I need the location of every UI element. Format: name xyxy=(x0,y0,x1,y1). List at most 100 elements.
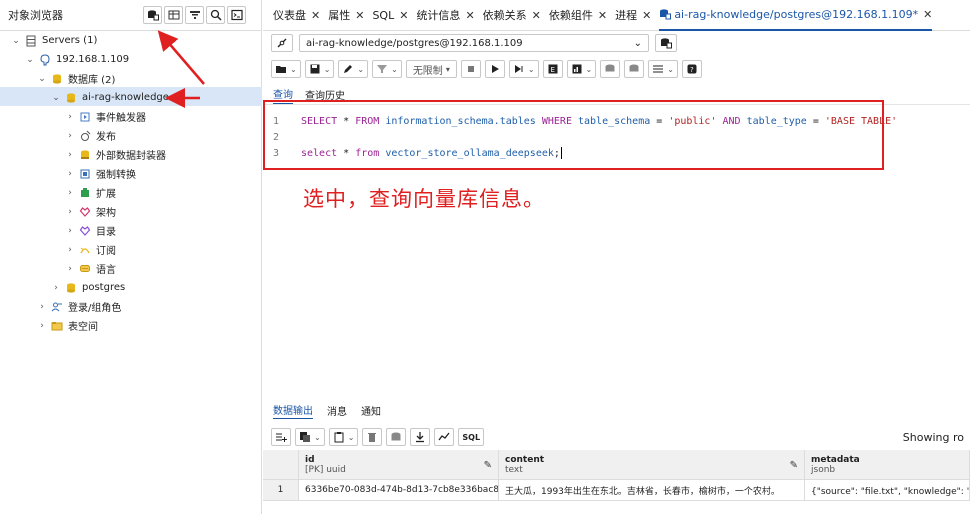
chevron-down-icon[interactable]: ⌄ xyxy=(10,36,22,46)
tree-node-server-host[interactable]: ⌄ 192.168.1.109 xyxy=(24,50,129,69)
pgadmin-window: 对象浏览器 ⌄ Servers (1) ⌄ 192.168.1.109 ⌄ 数据… xyxy=(0,0,970,514)
column-header-content[interactable]: content text ✎ xyxy=(499,450,805,480)
trash-icon xyxy=(368,433,377,442)
chevron-right-icon[interactable]: › xyxy=(64,207,76,217)
explain-button[interactable]: E xyxy=(542,60,563,78)
tab-processes[interactable]: 进程 ✕ xyxy=(615,7,651,23)
chevron-right-icon[interactable]: › xyxy=(64,264,76,274)
limit-select[interactable]: 无限制 ▾ xyxy=(405,60,457,78)
paste-button[interactable]: ⌄ xyxy=(328,428,359,446)
chevron-right-icon[interactable]: › xyxy=(64,131,76,141)
tree-node-servers[interactable]: ⌄ Servers (1) xyxy=(10,31,97,50)
tab-properties[interactable]: 属性 ✕ xyxy=(328,7,364,23)
explain-analyze-button[interactable]: ⌄ xyxy=(566,60,597,78)
tree-node-event-triggers[interactable]: › 事件触发器 xyxy=(64,107,146,126)
tree-node-catalogs[interactable]: › 目录 xyxy=(64,221,116,240)
chevron-down-icon: ⌄ xyxy=(391,64,398,74)
chevron-right-icon[interactable]: › xyxy=(50,283,62,293)
close-icon[interactable]: ✕ xyxy=(399,9,408,22)
tab-statistics[interactable]: 统计信息 ✕ xyxy=(416,7,474,23)
column-header-id[interactable]: id [PK] uuid ✎ xyxy=(299,450,499,480)
table-row[interactable]: 1 6336be70-083d-474b-8d13-7cb8e336bac8 王… xyxy=(263,480,970,501)
chevron-down-icon[interactable]: ⌄ xyxy=(36,74,48,84)
tree-node-extensions[interactable]: › 扩展 xyxy=(64,183,116,202)
row-number[interactable]: 1 xyxy=(263,480,299,501)
tree-node-languages[interactable]: › 语言 xyxy=(64,259,116,278)
save-button[interactable]: ⌄ xyxy=(304,60,335,78)
chevron-right-icon[interactable]: › xyxy=(36,302,48,312)
new-connection-button[interactable] xyxy=(655,34,677,52)
close-icon[interactable]: ✕ xyxy=(598,9,607,22)
tree-node-casts[interactable]: › 强制转换 xyxy=(64,164,136,183)
chevron-down-icon[interactable]: ⌄ xyxy=(50,93,62,103)
cell-content[interactable]: 王大瓜，1993年出生在东北。吉林省，长春市，榆树市，一个农村。 xyxy=(499,480,805,501)
tree-node-databases[interactable]: ⌄ 数据库 (2) xyxy=(36,69,115,88)
database-icon xyxy=(64,91,78,105)
connection-select[interactable]: ai-rag-knowledge/postgres@192.168.1.109 … xyxy=(299,34,649,52)
cell-id[interactable]: 6336be70-083d-474b-8d13-7cb8e336bac8 xyxy=(299,480,499,501)
chevron-right-icon[interactable]: › xyxy=(36,321,48,331)
graph-button[interactable] xyxy=(434,428,455,446)
tab-dependencies[interactable]: 依赖关系 ✕ xyxy=(483,7,541,23)
close-icon[interactable]: ✕ xyxy=(311,9,320,22)
table-icon[interactable] xyxy=(164,6,183,24)
query-tool-icon[interactable] xyxy=(143,6,162,24)
annotation-text: 选中，查询向量库信息。 xyxy=(303,187,545,211)
tree-node-label: Servers (1) xyxy=(42,35,98,46)
tab-data-output[interactable]: 数据输出 xyxy=(273,402,313,419)
close-icon[interactable]: ✕ xyxy=(465,9,474,22)
close-icon[interactable]: ✕ xyxy=(642,9,651,22)
close-icon[interactable]: ✕ xyxy=(355,9,364,22)
stop-button[interactable] xyxy=(460,60,481,78)
column-header-metadata[interactable]: metadata jsonb xyxy=(805,450,970,480)
tab-dashboard[interactable]: 仪表盘 ✕ xyxy=(273,7,320,23)
tree-node-ai-rag-knowledge[interactable]: ⌄ ai-rag-knowledge xyxy=(50,88,169,107)
commit-button[interactable] xyxy=(600,60,621,78)
tab-dependents[interactable]: 依赖组件 ✕ xyxy=(549,7,607,23)
tree-node-fdw[interactable]: › 外部数据封装器 xyxy=(64,145,166,164)
add-row-button[interactable] xyxy=(271,428,291,446)
tree-node-label: ai-rag-knowledge xyxy=(82,92,169,103)
chevron-down-icon: ⌄ xyxy=(357,64,365,74)
tree-node-postgres[interactable]: › postgres xyxy=(50,278,125,297)
tree-node-tablespaces[interactable]: › 表空间 xyxy=(36,316,98,335)
delete-button[interactable] xyxy=(362,428,383,446)
help-button[interactable]: ? xyxy=(681,60,702,78)
tab-query-tool[interactable]: ai-rag-knowledge/postgres@192.168.1.109*… xyxy=(659,0,933,31)
play-icon xyxy=(491,65,499,73)
connection-status-icon[interactable] xyxy=(271,34,293,52)
pencil-icon[interactable]: ✎ xyxy=(484,460,492,471)
tab-messages[interactable]: 消息 xyxy=(327,403,347,418)
cell-metadata[interactable]: {"source": "file.txt", "knowledge": "知 xyxy=(805,480,970,501)
pencil-icon[interactable]: ✎ xyxy=(790,460,798,471)
tree-node-login-roles[interactable]: › 登录/组角色 xyxy=(36,297,121,316)
filter-icon[interactable] xyxy=(185,6,204,24)
copy-button[interactable]: ⌄ xyxy=(295,428,325,446)
chevron-right-icon[interactable]: › xyxy=(64,245,76,255)
chevron-right-icon[interactable]: › xyxy=(64,226,76,236)
terminal-icon[interactable] xyxy=(227,6,246,24)
macros-button[interactable]: ⌄ xyxy=(648,60,678,78)
download-button[interactable] xyxy=(410,428,431,446)
close-icon[interactable]: ✕ xyxy=(532,9,541,22)
chevron-right-icon[interactable]: › xyxy=(64,150,76,160)
save-data-button[interactable] xyxy=(386,428,407,446)
search-icon[interactable] xyxy=(206,6,225,24)
tree-node-schemas[interactable]: › 架构 xyxy=(64,202,116,221)
chevron-right-icon[interactable]: › xyxy=(64,188,76,198)
filter-button[interactable]: ⌄ xyxy=(372,60,402,78)
execute-script-button[interactable]: ⌄ xyxy=(508,60,539,78)
tree-node-subscriptions[interactable]: › 订阅 xyxy=(64,240,116,259)
edit-button[interactable]: ⌄ xyxy=(338,60,369,78)
chevron-down-icon[interactable]: ⌄ xyxy=(24,55,36,65)
tab-notifications[interactable]: 通知 xyxy=(361,403,381,418)
sql-button[interactable]: SQL xyxy=(458,428,485,446)
tree-node-publications[interactable]: › 发布 xyxy=(64,126,116,145)
rollback-button[interactable] xyxy=(624,60,645,78)
chevron-right-icon[interactable]: › xyxy=(64,112,76,122)
open-file-button[interactable]: ⌄ xyxy=(271,60,301,78)
tab-sql[interactable]: SQL ✕ xyxy=(372,9,408,22)
execute-button[interactable] xyxy=(484,60,505,78)
chevron-right-icon[interactable]: › xyxy=(64,169,76,179)
close-icon[interactable]: ✕ xyxy=(923,8,932,21)
